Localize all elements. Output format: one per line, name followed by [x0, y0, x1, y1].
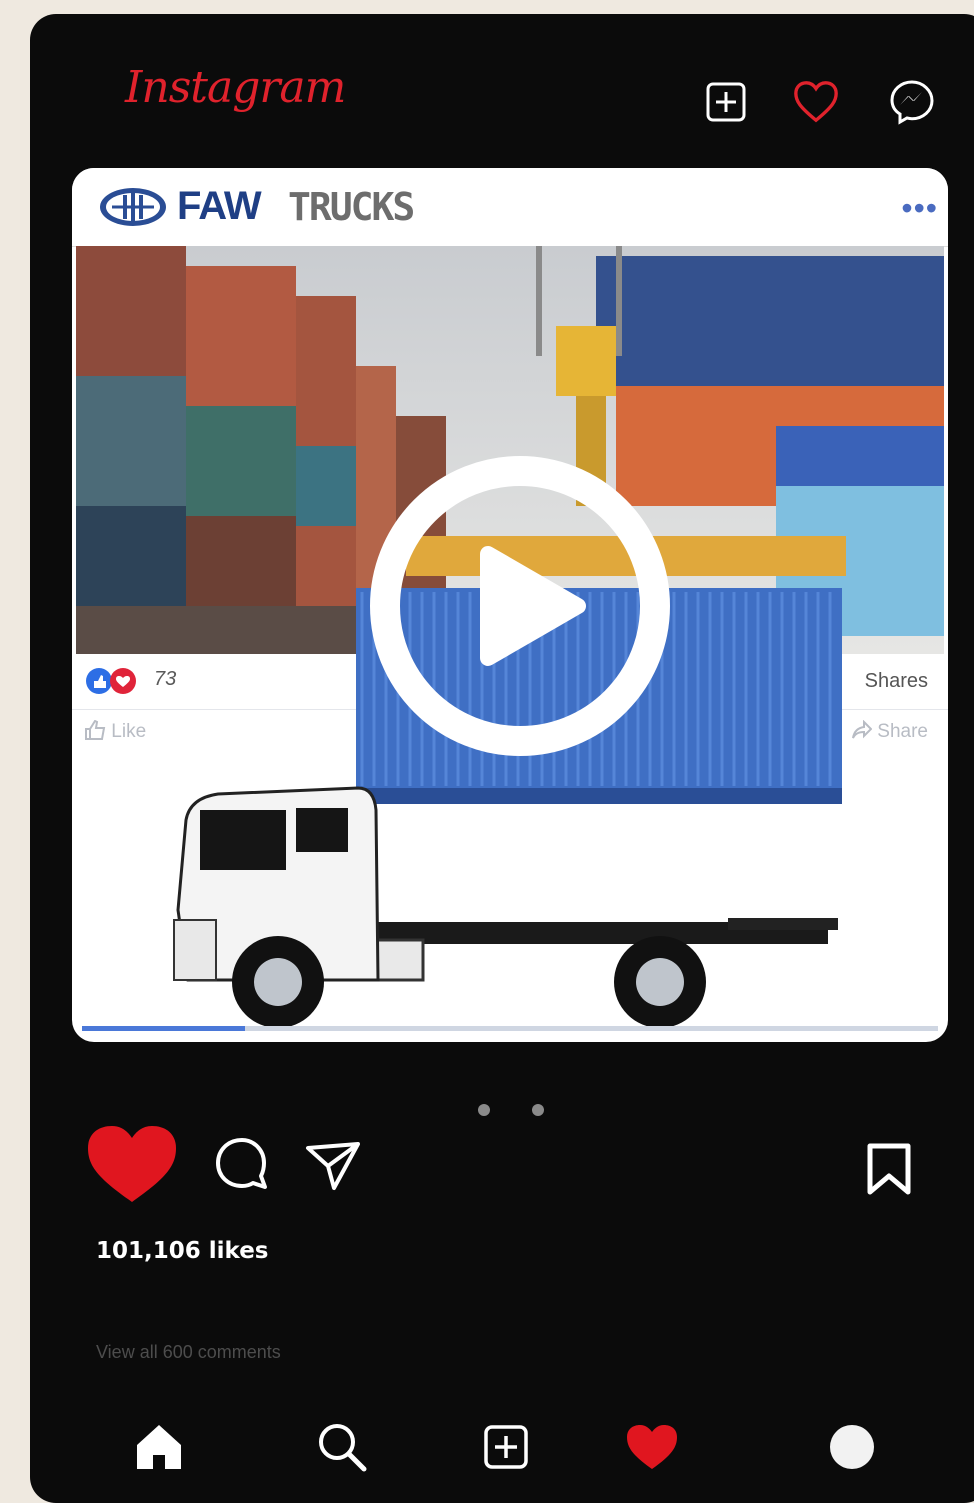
- embedded-post-header: FAW TRUCKS •••: [72, 168, 948, 247]
- nav-activity[interactable]: [622, 1419, 682, 1475]
- view-comments-link[interactable]: View all 600 comments: [96, 1342, 281, 1363]
- post-media[interactable]: FAW TRUCKS ••• 73 Shares Like Share: [72, 168, 948, 1042]
- embedded-like-button[interactable]: Like: [84, 719, 147, 743]
- nav-profile[interactable]: [824, 1419, 880, 1475]
- embedded-like-label: Like: [111, 721, 147, 742]
- embedded-share-label: Share: [877, 721, 928, 742]
- carousel-dot: [478, 1104, 490, 1116]
- brand-name-faw: FAW: [177, 184, 262, 228]
- heart-icon: [627, 1425, 677, 1469]
- comment-icon: [216, 1138, 267, 1189]
- carousel-indicator: [478, 1104, 544, 1116]
- like-button[interactable]: [84, 1122, 180, 1206]
- heart-outline-icon: [794, 81, 838, 123]
- bookmark-icon: [867, 1143, 911, 1195]
- add-post-icon: [484, 1425, 528, 1469]
- home-icon: [137, 1425, 181, 1469]
- likes-count: 101,106 likes: [96, 1238, 269, 1264]
- profile-avatar: [830, 1425, 874, 1469]
- video-progress-bar[interactable]: [82, 1026, 938, 1031]
- faw-truck-image: [173, 786, 838, 1028]
- phone-frame: Instagram FAW TRUCKS ••• 73 Shares Like …: [30, 14, 974, 1503]
- play-icon: [370, 456, 670, 756]
- video-progress-fill: [82, 1026, 245, 1031]
- comment-button[interactable]: [214, 1136, 270, 1192]
- reaction-count: 73: [154, 668, 177, 690]
- thumbs-up-icon: [85, 719, 106, 740]
- faw-emblem-icon: [100, 188, 166, 226]
- heart-filled-icon: [88, 1126, 176, 1202]
- instagram-logo: Instagram: [125, 62, 346, 113]
- add-post-icon: [706, 82, 746, 122]
- messenger-button[interactable]: [888, 78, 936, 126]
- play-video-button[interactable]: [370, 456, 670, 756]
- share-arrow-icon: [852, 719, 873, 739]
- nav-create[interactable]: [478, 1419, 534, 1475]
- carousel-dot: [532, 1104, 544, 1116]
- activity-button[interactable]: [792, 78, 840, 126]
- share-button[interactable]: [304, 1138, 362, 1192]
- nav-home[interactable]: [131, 1419, 187, 1475]
- like-love-reaction-icon: [86, 668, 136, 694]
- send-icon: [306, 1142, 360, 1190]
- save-button[interactable]: [864, 1142, 914, 1196]
- shares-count-label: Shares: [864, 670, 928, 692]
- more-options-button[interactable]: •••: [901, 190, 938, 227]
- embedded-share-button[interactable]: Share: [852, 719, 928, 743]
- new-post-button[interactable]: [702, 78, 750, 126]
- brand-name-trucks: TRUCKS: [288, 185, 415, 229]
- messenger-icon: [890, 80, 934, 125]
- search-icon: [319, 1424, 367, 1472]
- nav-search[interactable]: [314, 1419, 370, 1475]
